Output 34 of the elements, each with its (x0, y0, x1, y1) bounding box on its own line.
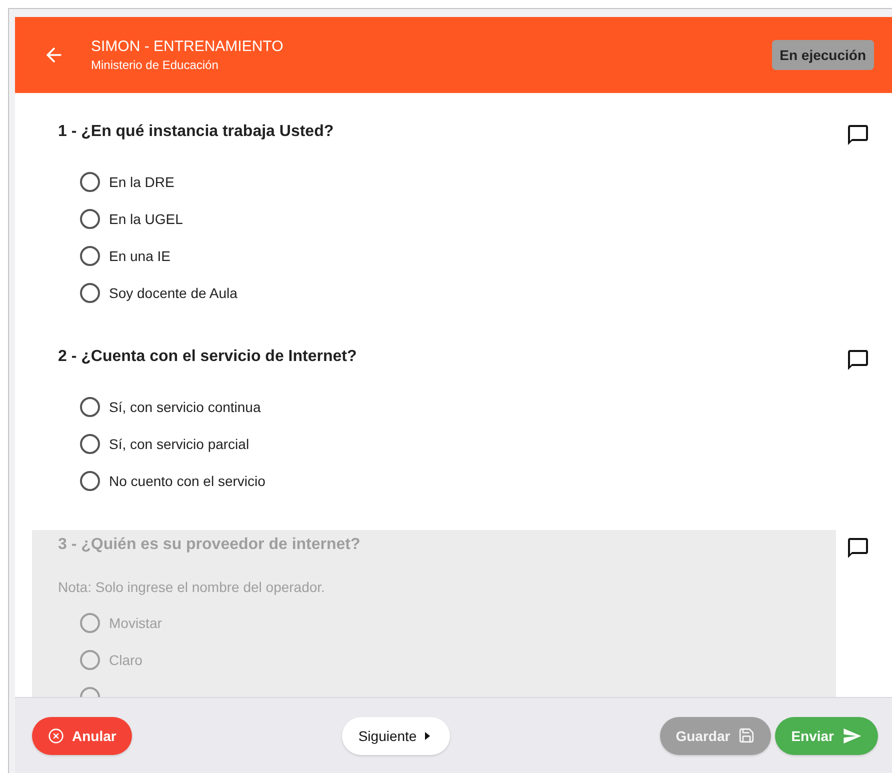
cancel-button[interactable]: Anular (32, 716, 132, 754)
option-label: Soy docente de Aula (109, 284, 238, 300)
comment-icon[interactable] (846, 348, 870, 372)
question-title: 1 - ¿En qué instancia trabaja Usted? (58, 122, 335, 142)
comment-icon[interactable] (846, 536, 870, 560)
caret-icon (424, 732, 430, 740)
option-label: Sí, con servicio parcial (109, 436, 250, 452)
question-title: 3 - ¿Quién es su proveedor de internet? (58, 535, 362, 555)
send-button[interactable]: Enviar (775, 716, 878, 754)
option-label: Claro (109, 652, 142, 668)
save-button[interactable]: Guardar (660, 716, 772, 754)
radio-button[interactable] (80, 172, 100, 192)
option-label: En una IE (109, 248, 170, 264)
option-label: Sí, con servicio continua (109, 398, 261, 414)
save-icon (738, 727, 756, 744)
radio-button[interactable] (80, 396, 100, 416)
option-label: En la DRE (109, 174, 174, 190)
app-title: SIMON - ENTRENAMIENTO (91, 38, 284, 55)
radio-button[interactable] (80, 434, 100, 454)
radio-button[interactable] (80, 246, 100, 266)
option-label: En la UGEL (109, 210, 183, 226)
option-label: Movistar (109, 614, 162, 630)
question-title: 2 - ¿Cuenta con el servicio de Internet? (58, 347, 358, 367)
radio-button[interactable] (80, 470, 100, 490)
app-subtitle: Ministerio de Educación (91, 58, 220, 72)
next-button[interactable]: Siguiente (342, 716, 450, 754)
radio-button[interactable] (80, 282, 100, 302)
question-note: Nota: Solo ingrese el nombre del operador. (58, 578, 326, 597)
option-label: No cuento con el servicio (109, 472, 266, 488)
send-icon (842, 726, 862, 746)
status-badge: En ejecución (772, 40, 874, 70)
cancel-icon (48, 728, 64, 744)
radio-button[interactable] (80, 208, 100, 228)
comment-icon[interactable] (846, 123, 870, 147)
